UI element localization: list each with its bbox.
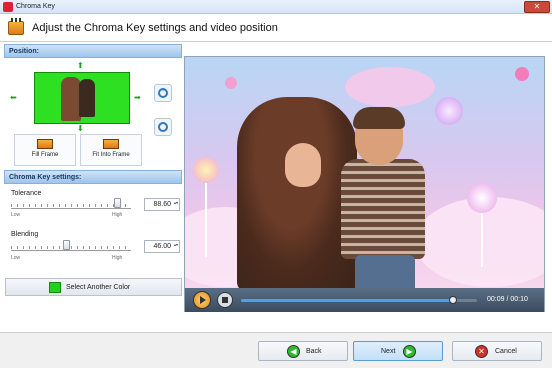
blending-slider[interactable] <box>11 250 131 251</box>
blending-label: Blending <box>11 231 39 238</box>
bg-cloud <box>345 67 435 107</box>
fit-into-frame-button[interactable]: Fit Into Frame <box>80 134 142 166</box>
title-bar: Chroma Key ✕ <box>0 0 552 14</box>
blending-low-label: Low <box>11 255 21 261</box>
app-icon <box>3 2 13 12</box>
key-color-swatch <box>49 282 61 293</box>
time-display: 00:09 / 00:10 <box>487 296 528 303</box>
zoom-in-button[interactable]: + <box>154 84 172 102</box>
video-frame[interactable] <box>185 57 544 288</box>
blending-spinbox[interactable]: 46.00 <box>144 240 180 253</box>
seek-thumb[interactable] <box>449 296 458 304</box>
tolerance-slider[interactable] <box>11 208 131 209</box>
lollipop-stick <box>481 207 483 267</box>
next-arrow-icon: ▶ <box>403 345 416 358</box>
blending-slider-thumb[interactable] <box>63 240 71 250</box>
next-button[interactable]: Next ▶ <box>353 341 443 361</box>
video-preview: 00:09 / 00:10 <box>184 56 545 312</box>
chroma-key-area: Tolerance Low High 88.60 Blending Low Hi… <box>4 184 182 282</box>
fill-frame-button[interactable]: Fill Frame <box>14 134 76 166</box>
clapperboard-icon <box>8 18 24 35</box>
seek-progress <box>241 299 454 302</box>
seek-bar[interactable] <box>241 296 477 304</box>
child-figure <box>337 107 429 288</box>
cancel-icon: ✕ <box>475 345 488 358</box>
move-left-icon[interactable]: ⬅ <box>10 93 17 102</box>
preview-child <box>79 79 95 117</box>
wizard-footer: ◀ Back Next ▶ ✕ Cancel <box>0 332 552 368</box>
candy-ball <box>435 97 463 125</box>
tolerance-low-label: Low <box>11 212 21 218</box>
close-window-button[interactable]: ✕ <box>524 1 550 13</box>
chroma-key-heading: Chroma Key settings: <box>4 170 182 184</box>
play-button[interactable] <box>193 291 211 309</box>
position-preview[interactable] <box>34 72 130 124</box>
fit-into-frame-icon <box>103 139 119 149</box>
lollipop <box>193 157 219 183</box>
lollipop-stick <box>205 177 207 257</box>
tolerance-label: Tolerance <box>11 190 42 197</box>
tolerance-ticks <box>11 204 131 207</box>
settings-panel: Position: ⬆ ⬇ ⬅ ➡ + − Fill Frame Fit Int… <box>4 44 182 314</box>
position-heading: Position: <box>4 44 182 58</box>
player-controls: 00:09 / 00:10 <box>185 288 544 312</box>
lollipop <box>467 183 497 213</box>
window-title: Chroma Key <box>16 3 55 10</box>
tolerance-high-label: High <box>112 212 123 218</box>
select-another-color-button[interactable]: Select Another Color <box>5 278 182 296</box>
tolerance-spinbox[interactable]: 88.60 <box>144 198 180 211</box>
blending-high-label: High <box>112 255 123 261</box>
fill-frame-icon <box>37 139 53 149</box>
move-right-icon[interactable]: ➡ <box>134 93 141 102</box>
tolerance-slider-thumb[interactable] <box>114 198 122 208</box>
wizard-header: Adjust the Chroma Key settings and video… <box>0 14 552 42</box>
mother-face <box>285 143 321 187</box>
preview-mother <box>61 77 81 121</box>
fit-buttons-row: Fill Frame Fit Into Frame <box>4 132 182 170</box>
back-button[interactable]: ◀ Back <box>258 341 348 361</box>
cancel-button[interactable]: ✕ Cancel <box>452 341 542 361</box>
stop-button[interactable] <box>217 292 233 308</box>
move-up-icon[interactable]: ⬆ <box>77 61 84 70</box>
position-area: ⬆ ⬇ ⬅ ➡ + − <box>4 58 182 136</box>
candy-ball <box>515 67 529 81</box>
back-arrow-icon: ◀ <box>287 345 300 358</box>
candy-ball <box>225 77 237 89</box>
page-title: Adjust the Chroma Key settings and video… <box>32 22 278 34</box>
blending-ticks <box>11 246 131 249</box>
